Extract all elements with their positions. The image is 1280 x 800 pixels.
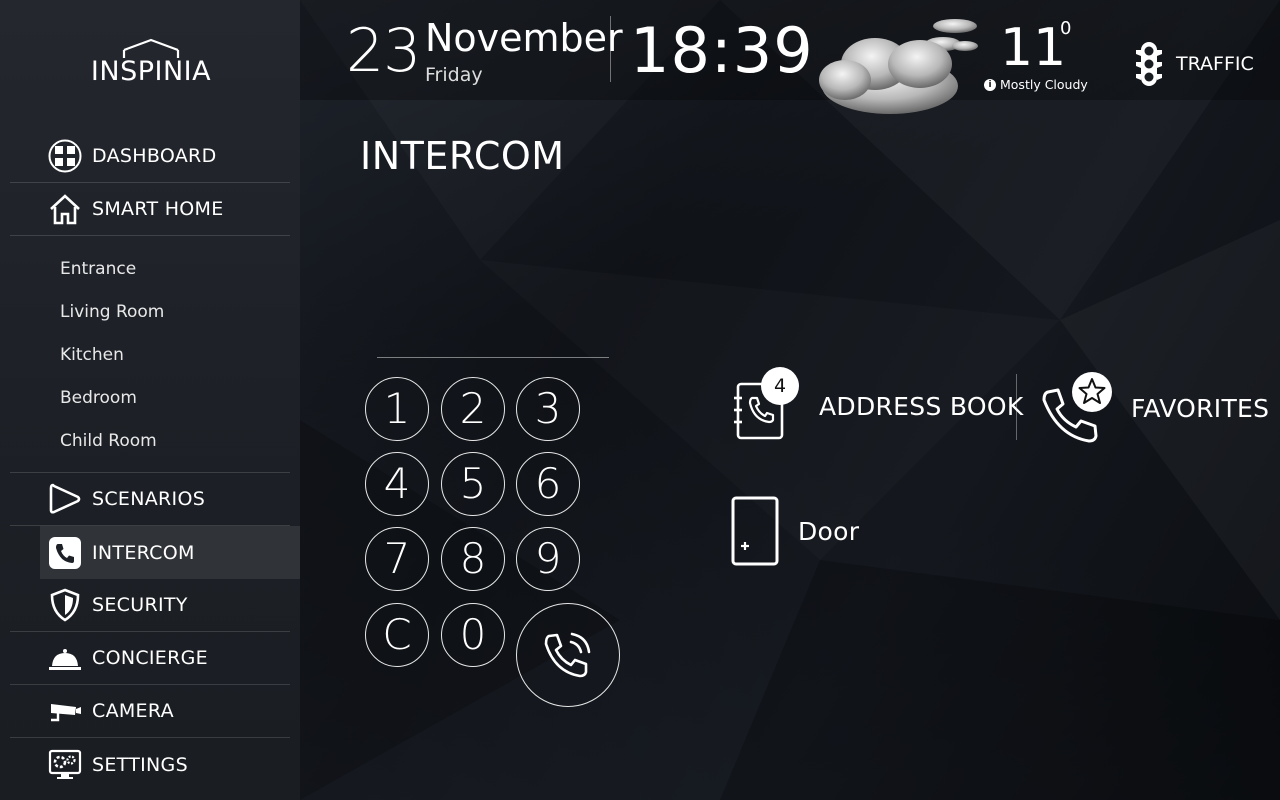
sidebar-item-dashboard[interactable]: DASHBOARD bbox=[10, 130, 290, 183]
camera-icon bbox=[48, 694, 82, 728]
keypad-key-1[interactable]: 1 bbox=[365, 377, 429, 441]
room-item-child-room[interactable]: Child Room bbox=[60, 420, 164, 463]
room-item-entrance[interactable]: Entrance bbox=[60, 248, 164, 291]
sidebar-item-label: INTERCOM bbox=[92, 541, 195, 564]
favorites-label: FAVORITES bbox=[1131, 393, 1270, 423]
sidebar-item-camera[interactable]: CAMERA bbox=[10, 685, 290, 738]
traffic-light-icon bbox=[1136, 42, 1162, 86]
keypad-key-6[interactable]: 6 bbox=[516, 452, 580, 516]
phone-icon bbox=[48, 536, 82, 570]
dashboard-icon bbox=[48, 139, 82, 173]
keypad-key-8[interactable]: 8 bbox=[441, 527, 505, 591]
address-book-badge: 4 bbox=[761, 367, 799, 405]
shield-icon bbox=[48, 588, 82, 622]
sidebar-item-label: SETTINGS bbox=[92, 753, 188, 776]
room-item-bedroom[interactable]: Bedroom bbox=[60, 377, 164, 420]
keypad-key-3[interactable]: 3 bbox=[516, 377, 580, 441]
door-button[interactable]: Door bbox=[730, 496, 859, 566]
sidebar-item-settings[interactable]: SETTINGS bbox=[10, 738, 290, 791]
dial-display[interactable] bbox=[377, 316, 609, 358]
sidebar-item-label: CAMERA bbox=[92, 700, 174, 722]
keypad-key-9[interactable]: 9 bbox=[516, 527, 580, 591]
call-button[interactable] bbox=[516, 603, 620, 707]
sidebar-item-security[interactable]: SECURITY bbox=[10, 579, 290, 632]
room-item-living-room[interactable]: Living Room bbox=[60, 291, 164, 334]
main-content: INTERCOM 1 2 3 4 5 6 7 8 9 C 0 4 ADDRESS… bbox=[300, 100, 1280, 800]
traffic-button[interactable]: TRAFFIC bbox=[1134, 40, 1254, 88]
sidebar-item-label: CONCIERGE bbox=[92, 647, 208, 669]
sidebar-item-label: SECURITY bbox=[92, 594, 188, 616]
scenarios-icon bbox=[48, 482, 82, 516]
page-title: INTERCOM bbox=[360, 134, 565, 178]
phone-call-icon bbox=[544, 632, 591, 678]
top-bar: 23 November Friday 18:39 11 0 i Mostly C… bbox=[300, 0, 1280, 114]
info-icon: i bbox=[984, 78, 996, 91]
sidebar-item-label: DASHBOARD bbox=[92, 145, 217, 167]
brand-logo[interactable]: INSPINIA bbox=[80, 38, 222, 90]
weather-condition-text: Mostly Cloudy bbox=[1000, 77, 1088, 92]
settings-icon bbox=[48, 748, 82, 782]
keypad-key-clear[interactable]: C bbox=[365, 603, 429, 667]
sidebar-item-concierge[interactable]: CONCIERGE bbox=[10, 632, 290, 685]
temperature: 11 bbox=[1000, 18, 1067, 78]
sidebar-item-scenarios[interactable]: SCENARIOS bbox=[10, 473, 290, 526]
door-label: Door bbox=[798, 516, 860, 546]
keypad-key-7[interactable]: 7 bbox=[365, 527, 429, 591]
date-day: 23 bbox=[346, 16, 421, 86]
divider bbox=[1016, 374, 1017, 440]
keypad-key-0[interactable]: 0 bbox=[441, 603, 505, 667]
service-bell-icon bbox=[48, 641, 82, 675]
sidebar-item-label: SCENARIOS bbox=[92, 488, 206, 510]
keypad-key-2[interactable]: 2 bbox=[441, 377, 505, 441]
clock: 18:39 bbox=[630, 14, 814, 87]
date-month: November bbox=[425, 16, 623, 60]
favorites-button[interactable]: FAVORITES bbox=[1040, 370, 1269, 446]
sidebar-item-smart-home[interactable]: SMART HOME bbox=[10, 183, 290, 236]
sidebar: INSPINIA DASHBOARD SMART HOME Entrance L… bbox=[0, 0, 300, 800]
room-list: Entrance Living Room Kitchen Bedroom Chi… bbox=[60, 248, 164, 463]
favorites-phone-icon bbox=[1042, 372, 1112, 443]
logo-text: INSPINIA bbox=[90, 56, 212, 87]
address-book-label: ADDRESS BOOK bbox=[819, 391, 1024, 421]
temperature-unit: 0 bbox=[1060, 18, 1072, 39]
traffic-label: TRAFFIC bbox=[1176, 53, 1254, 75]
door-icon bbox=[731, 496, 779, 566]
divider bbox=[610, 16, 611, 82]
room-item-kitchen[interactable]: Kitchen bbox=[60, 334, 164, 377]
sidebar-item-intercom[interactable]: INTERCOM bbox=[40, 526, 300, 579]
address-book-button[interactable]: 4 ADDRESS BOOK bbox=[732, 367, 1024, 442]
sidebar-item-label: SMART HOME bbox=[92, 198, 224, 220]
keypad-key-5[interactable]: 5 bbox=[441, 452, 505, 516]
home-icon bbox=[48, 192, 82, 226]
keypad-key-4[interactable]: 4 bbox=[365, 452, 429, 516]
date-weekday: Friday bbox=[425, 64, 483, 86]
weather-condition: i Mostly Cloudy bbox=[984, 77, 1088, 92]
